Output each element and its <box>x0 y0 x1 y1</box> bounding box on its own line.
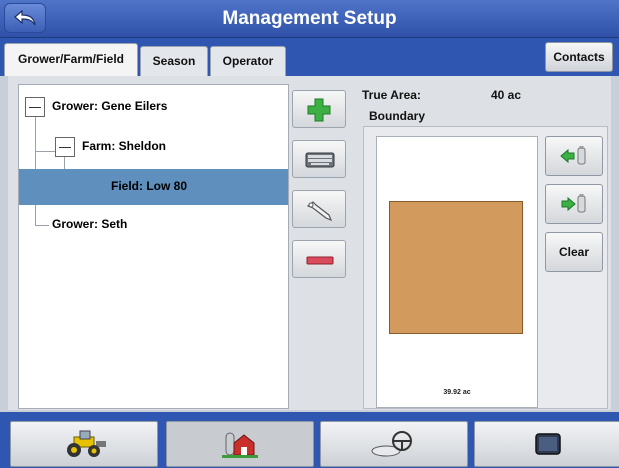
keyboard-icon <box>305 152 335 168</box>
bottom-nav-bar <box>0 412 619 468</box>
grower-farm-field-tree[interactable]: Grower: Gene Eilers Farm: Sheldon Field:… <box>18 84 289 409</box>
add-button[interactable] <box>292 90 346 128</box>
tab-bar: Grower/Farm/Field Season Operator Contac… <box>0 38 619 76</box>
true-area-label: True Area: <box>362 88 421 102</box>
tree-item-label: Farm: Sheldon <box>82 139 167 153</box>
steering-wheel-icon <box>371 431 412 457</box>
tab-season[interactable]: Season <box>140 46 208 76</box>
equipment-nav-button[interactable] <box>10 421 158 467</box>
farm-barn-icon <box>222 432 258 458</box>
boundary-map: 39.92 ac <box>376 136 538 408</box>
page-title: Management Setup <box>222 8 397 29</box>
tab-operator[interactable]: Operator <box>210 46 286 76</box>
tree-item-farm-sheldon[interactable]: Farm: Sheldon <box>19 129 288 165</box>
field-boundary-shape <box>389 201 523 334</box>
export-boundary-button[interactable] <box>545 184 603 224</box>
title-bar: Management Setup <box>0 0 619 38</box>
display-nav-button[interactable] <box>474 421 619 467</box>
true-area-value: 40 ac <box>491 88 522 102</box>
contacts-button[interactable]: Contacts <box>545 42 613 72</box>
tree-item-grower-seth[interactable]: Grower: Seth <box>19 207 288 243</box>
minus-icon <box>306 256 334 265</box>
wrench-button[interactable] <box>292 190 346 228</box>
export-boundary-icon <box>561 194 586 213</box>
plus-icon <box>307 98 331 122</box>
tree-item-label: Field: Low 80 <box>111 179 188 193</box>
display-screen-icon <box>535 433 561 455</box>
guidance-nav-button[interactable] <box>320 421 468 467</box>
boundary-panel: 39.92 ac Clear <box>363 126 608 409</box>
import-boundary-icon <box>560 146 586 165</box>
wrench-icon <box>306 201 333 222</box>
keyboard-button[interactable] <box>292 140 346 178</box>
import-boundary-button[interactable] <box>545 136 603 176</box>
tree-item-label: Grower: Seth <box>52 217 128 231</box>
map-area-label: 39.92 ac <box>443 389 471 396</box>
boundary-label: Boundary <box>369 109 426 123</box>
main-content: Grower: Gene Eilers Farm: Sheldon Field:… <box>8 76 611 410</box>
remove-button[interactable] <box>292 240 346 278</box>
collapse-toggle[interactable] <box>25 97 45 117</box>
tab-grower-farm-field[interactable]: Grower/Farm/Field <box>4 43 138 76</box>
tree-item-grower-gene-eilers[interactable]: Grower: Gene Eilers <box>19 89 288 125</box>
tree-item-label: Grower: Gene Eilers <box>52 99 168 113</box>
management-nav-button[interactable] <box>166 421 314 467</box>
tractor-icon <box>67 430 106 457</box>
clear-button[interactable]: Clear <box>545 232 603 272</box>
tree-item-field-low-80[interactable]: Field: Low 80 <box>19 169 288 205</box>
collapse-toggle[interactable] <box>55 137 75 157</box>
